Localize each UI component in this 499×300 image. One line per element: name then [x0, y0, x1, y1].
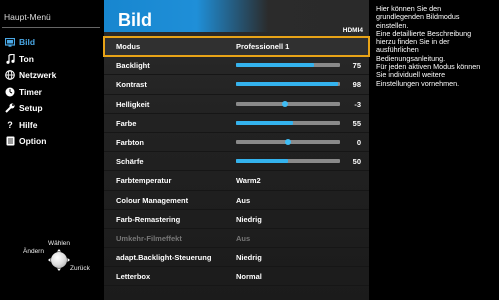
setting-value: Warm2: [236, 176, 261, 186]
setting-label: Umkehr-Filmeffekt: [116, 233, 182, 243]
menu-item-timer[interactable]: Timer: [0, 84, 104, 101]
setting-number: 75: [352, 61, 361, 71]
setting-number: 55: [352, 118, 361, 128]
menu-item-ton[interactable]: Ton: [0, 51, 104, 68]
input-source-label: HDMI4: [342, 27, 363, 34]
setting-slider[interactable]: [236, 138, 340, 145]
setting-value: Aus: [236, 195, 251, 205]
setting-slider[interactable]: [236, 82, 340, 87]
page-title: Bild: [118, 10, 152, 30]
back-hint: Zurück: [70, 265, 90, 272]
setting-value: Professionell 1: [236, 42, 290, 51]
setting-row-schärfe[interactable]: Schärfe 50: [104, 152, 369, 172]
setting-label: Farb-Remastering: [116, 214, 181, 224]
setting-value: Niedrig: [236, 214, 262, 224]
menu-item-label: Hilfe: [19, 119, 38, 130]
menu-item-setup[interactable]: Setup: [0, 100, 104, 117]
setting-row-helligkeit[interactable]: Helligkeit -3: [104, 95, 369, 114]
setting-row-farbton[interactable]: Farbton 0: [104, 133, 369, 153]
change-hint: Ändern: [23, 248, 44, 255]
menu-divider: [2, 27, 100, 28]
setting-label: Backlight: [116, 61, 150, 71]
setting-row-adapt-backlight-steuerung[interactable]: adapt.Backlight-Steuerung Niedrig: [104, 248, 369, 268]
select-hint: Wählen: [48, 240, 71, 247]
picture-icon: [4, 37, 16, 47]
question-icon: ?: [7, 119, 13, 130]
setting-slider[interactable]: [236, 100, 340, 107]
setting-label: Farbe: [116, 118, 137, 128]
setting-label: Modus: [116, 42, 141, 51]
setting-value: Normal: [236, 272, 262, 282]
menu-item-hilfe[interactable]: ? Hilfe: [0, 117, 104, 134]
remote-navigation-hint: Wählen Ändern Zurück: [18, 236, 98, 276]
setting-label: Helligkeit: [116, 99, 150, 109]
setting-row-farb-remastering[interactable]: Farb-Remastering Niedrig: [104, 210, 369, 229]
setting-slider[interactable]: [236, 159, 340, 164]
music-note-icon: [4, 53, 16, 64]
menu-item-label: Option: [19, 136, 47, 147]
setting-label: adapt.Backlight-Steuerung: [116, 253, 212, 263]
setting-row-farbtemperatur[interactable]: Farbtemperatur Warm2: [104, 171, 369, 191]
menu-item-label: Ton: [19, 53, 34, 64]
help-text: Hier können Sie den grundlegenden Bildmod…: [376, 4, 498, 88]
setting-number: 0: [356, 137, 361, 147]
slider-knob[interactable]: [285, 138, 291, 145]
wrench-icon: [4, 103, 16, 113]
menu-item-label: Netzwerk: [19, 70, 57, 81]
setting-number: 98: [352, 80, 361, 90]
dpad-arrows-icon: [48, 249, 70, 271]
slider-knob[interactable]: [281, 100, 288, 107]
setting-row-farbe[interactable]: Farbe 55: [104, 114, 369, 133]
setting-number: 50: [352, 157, 361, 167]
menu-item-bild[interactable]: Bild: [0, 34, 104, 51]
panel-header: Bild HDMI4: [104, 0, 369, 34]
menu-item-label: Timer: [19, 86, 42, 97]
slider-fill: [236, 63, 314, 68]
setting-row-letterbox[interactable]: Letterbox Normal: [104, 267, 369, 287]
slider-fill: [236, 159, 288, 164]
settings-list: Modus Professionell 1 Backlight 75 Kontrast 9…: [103, 35, 370, 287]
help-line: Einstellungen vornehmen.: [376, 78, 460, 88]
setting-value: Niedrig: [236, 253, 262, 263]
setting-label: Farbton: [116, 137, 144, 147]
setting-label: Schärfe: [116, 157, 144, 167]
setting-row-umkehr-filmeffekt: Umkehr-Filmeffekt Aus: [104, 229, 369, 249]
setting-label: Kontrast: [116, 80, 147, 90]
menu-item-option[interactable]: Option: [0, 133, 104, 150]
setting-number: -3: [354, 99, 361, 109]
slider-fill: [236, 82, 338, 87]
setting-slider[interactable]: [236, 63, 340, 68]
setting-row-backlight[interactable]: Backlight 75: [104, 56, 369, 76]
option-icon: [4, 136, 16, 146]
setting-slider[interactable]: [236, 120, 340, 125]
menu-item-label: Bild: [19, 37, 36, 48]
slider-fill: [236, 120, 294, 125]
menu-list: Bild Ton Netzwerk Timer Setup ? Hilfe Op…: [0, 34, 104, 150]
menu-item-label: Setup: [19, 103, 43, 114]
setting-row-colour-management[interactable]: Colour Management Aus: [104, 191, 369, 210]
setting-value: Aus: [236, 233, 251, 243]
picture-settings-panel: Bild HDMI4 Modus Professionell 1 Backlight…: [103, 0, 370, 300]
setting-row-kontrast[interactable]: Kontrast 98: [104, 75, 369, 95]
setting-label: Farbtemperatur: [116, 176, 172, 186]
clock-icon: [4, 87, 16, 97]
globe-icon: [4, 70, 16, 81]
setting-row-modus[interactable]: Modus Professionell 1: [103, 35, 370, 58]
setting-label: Colour Management: [116, 195, 189, 205]
setting-label: Letterbox: [116, 272, 151, 282]
menu-item-netzwerk[interactable]: Netzwerk: [0, 67, 104, 84]
menu-title: Haupt-Menü: [4, 12, 51, 22]
